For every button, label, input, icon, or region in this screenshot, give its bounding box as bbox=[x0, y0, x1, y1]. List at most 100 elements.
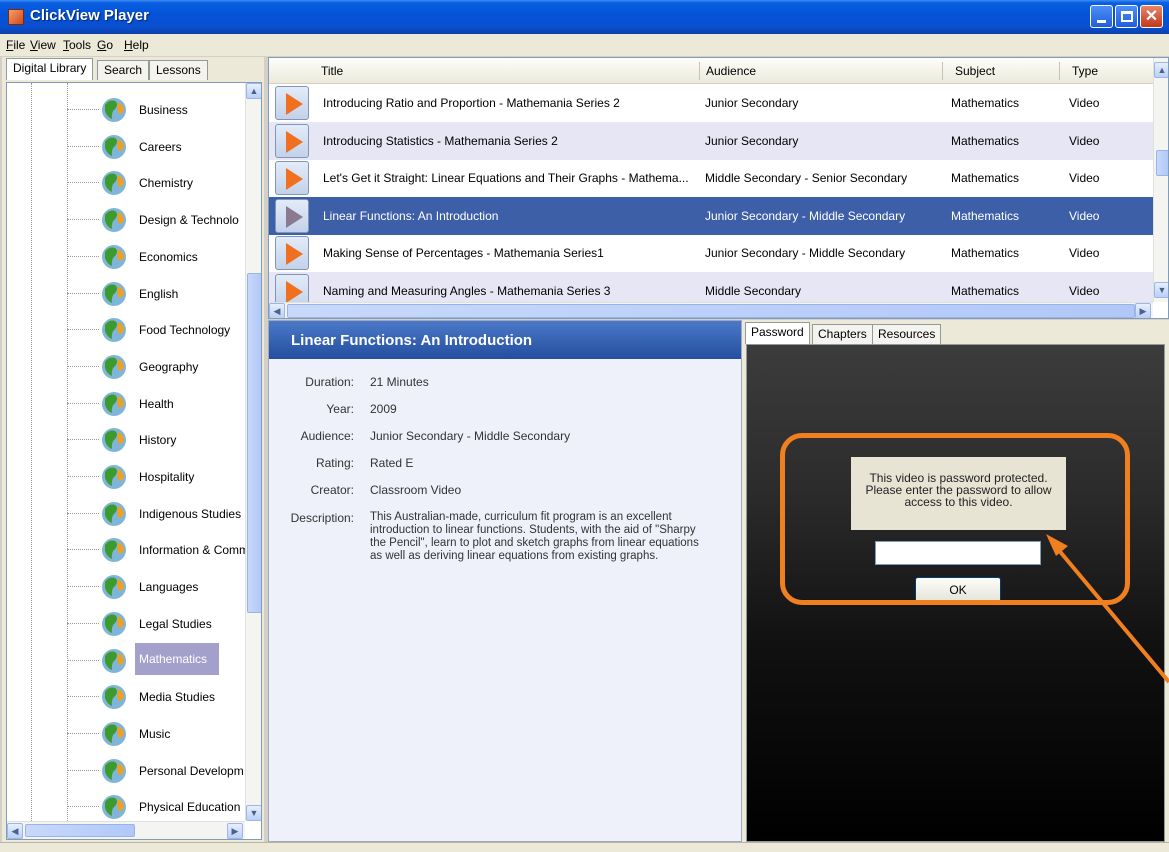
tree-item-label: Media Studies bbox=[139, 690, 216, 705]
row-type: Video bbox=[1069, 246, 1100, 260]
tree-item[interactable]: English bbox=[7, 275, 245, 311]
row-title: Making Sense of Percentages - Mathemania… bbox=[323, 246, 604, 260]
tree-item[interactable]: Health bbox=[7, 385, 245, 421]
scroll-down-icon[interactable]: ▼ bbox=[246, 805, 261, 821]
play-icon[interactable] bbox=[275, 161, 309, 195]
menu-help[interactable]: Help bbox=[124, 38, 149, 52]
tree-item[interactable]: Economics bbox=[7, 238, 245, 274]
scroll-thumb[interactable] bbox=[287, 304, 1135, 318]
row-type: Video bbox=[1069, 283, 1100, 298]
table-row[interactable]: Let's Get it Straight: Linear Equations … bbox=[269, 159, 1153, 197]
tree-item[interactable]: Legal Studies bbox=[7, 605, 245, 641]
list-horizontal-scrollbar[interactable]: ◀ ▶ bbox=[269, 302, 1153, 318]
scroll-right-icon[interactable]: ▶ bbox=[1135, 303, 1151, 318]
subject-icon bbox=[99, 279, 129, 309]
menu-go[interactable]: Go bbox=[97, 38, 113, 52]
row-subject: Mathematics bbox=[951, 171, 1020, 185]
subject-icon bbox=[99, 535, 129, 565]
scroll-thumb[interactable] bbox=[247, 273, 261, 613]
tree-item[interactable]: Chemistry bbox=[7, 164, 245, 200]
column-subject[interactable]: Subject bbox=[955, 64, 995, 78]
menu-view[interactable]: View bbox=[30, 38, 56, 52]
tab-search[interactable]: Search bbox=[97, 60, 150, 80]
row-type: Video bbox=[1069, 208, 1100, 223]
password-input[interactable] bbox=[875, 541, 1041, 565]
audience-label: Audience: bbox=[300, 429, 354, 443]
row-type: Video bbox=[1069, 133, 1100, 148]
title-bar: ClickView Player ✕ bbox=[0, 0, 1169, 34]
row-subject: Mathematics bbox=[951, 133, 1020, 148]
scroll-left-icon[interactable]: ◀ bbox=[7, 823, 23, 839]
subject-icon bbox=[99, 756, 129, 786]
tree-item[interactable]: History bbox=[7, 421, 245, 457]
minimize-button[interactable] bbox=[1090, 5, 1113, 28]
column-title[interactable]: Title bbox=[321, 64, 343, 78]
library-panel: Digital Library Search Lessons Business C… bbox=[2, 57, 264, 842]
subject-icon bbox=[99, 609, 129, 639]
tree-item[interactable]: Physical Education bbox=[7, 788, 245, 824]
scroll-down-icon[interactable]: ▼ bbox=[1154, 282, 1168, 298]
tab-lessons[interactable]: Lessons bbox=[149, 60, 208, 80]
subject-icon bbox=[99, 168, 129, 198]
description-value: This Australian-made, curriculum fit pro… bbox=[370, 511, 699, 562]
table-row[interactable]: Introducing Ratio and Proportion - Mathe… bbox=[269, 84, 1153, 122]
tree-horizontal-scrollbar[interactable]: ◀ ▶ bbox=[7, 821, 245, 839]
tree-item[interactable]: Media Studies bbox=[7, 678, 245, 714]
table-row[interactable]: Introducing Statistics - Mathemania Seri… bbox=[269, 121, 1153, 160]
tree-item[interactable]: Hospitality bbox=[7, 458, 245, 494]
scroll-right-icon[interactable]: ▶ bbox=[227, 823, 243, 839]
menu-tools[interactable]: Tools bbox=[63, 38, 91, 52]
tab-resources[interactable]: Resources bbox=[872, 324, 942, 344]
tab-chapters[interactable]: Chapters bbox=[812, 324, 873, 344]
tree-item[interactable]: Design & Technolo bbox=[7, 201, 245, 237]
play-icon[interactable] bbox=[275, 86, 309, 120]
close-button[interactable]: ✕ bbox=[1140, 5, 1163, 28]
tree-item[interactable]: Personal Developm bbox=[7, 752, 245, 788]
tree-item[interactable]: Business bbox=[7, 91, 245, 127]
description-label: Description: bbox=[290, 511, 354, 525]
tree-item-label: English bbox=[139, 286, 179, 301]
tree-item[interactable]: Languages bbox=[7, 568, 245, 604]
table-row[interactable]: Linear Functions: An Introduction Junior … bbox=[269, 196, 1153, 235]
tree-item[interactable]: Indigenous Studies bbox=[7, 495, 245, 531]
tree-item[interactable]: Information & Comm bbox=[7, 531, 245, 567]
table-row[interactable]: Making Sense of Percentages - Mathemania… bbox=[269, 234, 1153, 272]
scroll-up-icon[interactable]: ▲ bbox=[246, 83, 261, 99]
scroll-thumb[interactable] bbox=[25, 824, 135, 837]
row-audience: Middle Secondary - Senior Secondary bbox=[705, 171, 908, 185]
ok-button[interactable]: OK bbox=[915, 577, 1001, 603]
row-audience: Junior Secondary bbox=[705, 133, 799, 148]
play-icon[interactable] bbox=[275, 236, 309, 270]
tree-item-label: Legal Studies bbox=[139, 616, 212, 631]
maximize-button[interactable] bbox=[1115, 5, 1138, 28]
row-audience: Junior Secondary bbox=[705, 96, 799, 110]
column-type[interactable]: Type bbox=[1072, 64, 1098, 78]
subject-icon bbox=[99, 132, 129, 162]
row-title: Linear Functions: An Introduction bbox=[323, 208, 499, 223]
tree-vertical-scrollbar[interactable]: ▲ ▼ bbox=[245, 83, 261, 821]
subject-icon bbox=[99, 646, 129, 676]
column-audience[interactable]: Audience bbox=[706, 64, 756, 78]
tree-item[interactable]: Food Technology bbox=[7, 311, 245, 347]
row-subject: Mathematics bbox=[951, 208, 1020, 223]
tree-item[interactable]: Geography bbox=[7, 348, 245, 384]
scroll-thumb[interactable] bbox=[1156, 150, 1168, 176]
tree-item[interactable]: Careers bbox=[7, 128, 245, 164]
subject-icon bbox=[99, 352, 129, 382]
tree-item[interactable]: Mathematics bbox=[7, 642, 245, 678]
menu-file[interactable]: File bbox=[6, 38, 25, 52]
tree-item[interactable]: Music bbox=[7, 715, 245, 751]
tab-digital-library[interactable]: Digital Library bbox=[6, 58, 94, 80]
play-icon[interactable] bbox=[275, 123, 309, 158]
tree-item-label: Mathematics bbox=[135, 642, 219, 675]
list-vertical-scrollbar[interactable]: ▲ ▼ bbox=[1153, 58, 1168, 302]
subject-icon bbox=[99, 572, 129, 602]
tree-item-label: Business bbox=[139, 103, 188, 117]
tree-item-label: Careers bbox=[139, 139, 182, 154]
scroll-up-icon[interactable]: ▲ bbox=[1154, 62, 1168, 78]
play-icon[interactable] bbox=[275, 198, 309, 233]
audience-value: Junior Secondary - Middle Secondary bbox=[370, 429, 571, 443]
scroll-left-icon[interactable]: ◀ bbox=[269, 303, 285, 318]
tab-password[interactable]: Password bbox=[745, 322, 810, 344]
video-area: This video is password protected. Please… bbox=[746, 344, 1165, 842]
